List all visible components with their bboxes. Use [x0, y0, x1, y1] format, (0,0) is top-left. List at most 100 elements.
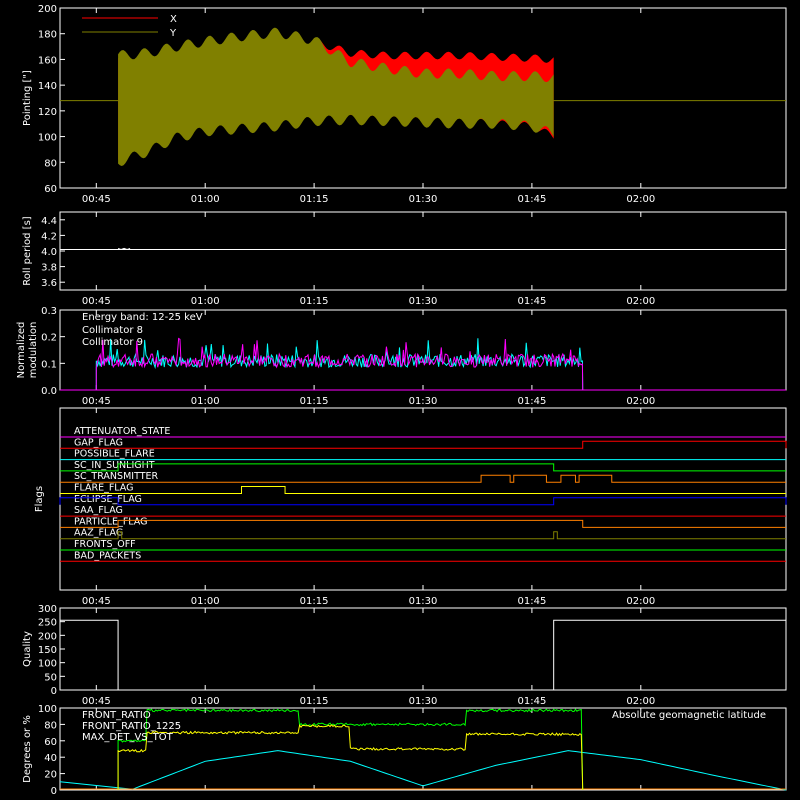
y-tick-label: 200 — [38, 4, 57, 15]
x-tick-label: 01:45 — [517, 296, 546, 307]
x-tick-label: 01:45 — [517, 194, 546, 205]
y-tick-label: 120 — [38, 107, 57, 118]
x-tick-label: 02:00 — [626, 296, 655, 307]
modulation-series-2 — [95, 337, 584, 391]
legend-label-x: X — [170, 14, 177, 25]
flag-line-sc_transmitter — [60, 474, 786, 483]
y-tick-label: 0.2 — [41, 333, 57, 344]
y-tick-label: 3.8 — [41, 263, 57, 274]
panel-2: 00:45 01:00 01:15 01:30 01:45 02:00 3.6 3.8 4.0 4… — [22, 211, 787, 307]
legend-label-y: Y — [169, 28, 177, 39]
panel-1: 00:45 01:00 01:15 01:30 01:45 02:00 60 80 100 120… — [22, 4, 787, 205]
x-tick-label: 00:45 — [82, 596, 111, 607]
y-tick-label: 80 — [44, 158, 57, 169]
x-tick-label: 01:45 — [517, 696, 546, 707]
y-tick-label: 0.1 — [41, 359, 57, 370]
flag-label-saa_flag: SAA_FLAG — [74, 505, 123, 516]
x-tick-label: 01:15 — [300, 194, 329, 205]
flag-label-flare_flag: FLARE_FLAG — [74, 483, 134, 494]
latitude-label: Absolute geomagnetic latitude — [612, 710, 766, 721]
front-ratio-series — [117, 724, 584, 791]
x-tick-label: 01:30 — [409, 194, 438, 205]
flag-label-particle_flag: PARTICLE_FLAG — [74, 516, 147, 527]
y-tick-label: 100 — [38, 659, 57, 670]
x-tick-label: 01:15 — [300, 696, 329, 707]
flag-label-sc_transmitter: SC_TRANSMITTER — [74, 471, 159, 482]
panel-4: 00:45 01:00 01:15 01:30 01:45 02:00 Flags ATTEN… — [34, 407, 787, 607]
y-axis-label: Quality — [22, 631, 33, 667]
y-tick-label: 20 — [44, 770, 57, 781]
y-tick-label: 140 — [38, 81, 57, 92]
y-tick-label: 4.2 — [41, 231, 57, 242]
y-axis-label: Flags — [34, 486, 45, 512]
y-tick-label: 60 — [44, 737, 57, 748]
flag-label-aaz_flag: AAZ_FLAG — [74, 528, 123, 539]
x-tick-label: 01:00 — [191, 596, 220, 607]
flag-label-fronts_off: FRONTS_OFF — [74, 539, 136, 550]
x-tick-label: 01:15 — [300, 296, 329, 307]
x-tick-label: 01:15 — [300, 396, 329, 407]
panel-frame — [59, 211, 787, 291]
y-tick-label: 250 — [38, 618, 57, 629]
y-tick-label: 3.6 — [41, 278, 57, 289]
flag-label-attenuator_state: ATTENUATOR_STATE — [74, 426, 170, 437]
flag-line-eclipse_flag — [59, 497, 787, 506]
legend-label-max-det-vs-tot: MAX_DET_VS_TOT — [82, 732, 174, 743]
flag-line-flare_flag — [60, 486, 786, 494]
x-tick-label: 00:45 — [82, 696, 111, 707]
y-tick-label: 160 — [38, 55, 57, 66]
y-tick-label: 60 — [44, 184, 57, 195]
legend-label-front-ratio-1225: FRONT_RATIO_1225 — [82, 721, 181, 732]
flag-label-gap_flag: GAP_FLAG — [74, 437, 123, 448]
flag-line-aaz_flag — [60, 531, 786, 540]
y-tick-label: 0.0 — [41, 386, 57, 397]
flag-label-sc_in_sunlight: SC_IN_SUNLIGHT — [74, 460, 155, 471]
y-tick-label: 180 — [38, 30, 57, 41]
x-tick-label: 02:00 — [626, 596, 655, 607]
x-tick-label: 02:00 — [626, 696, 655, 707]
front-ratio-1225-series — [117, 708, 584, 791]
y-tick-label: 4.4 — [41, 216, 57, 227]
flag-label-possible_flare: POSSIBLE_FLARE — [74, 449, 155, 460]
x-tick-label: 00:45 — [82, 194, 111, 205]
panel-6: 0 20 40 60 80 100 Degrees or % FRONT_RATIOFRONT… — [22, 704, 787, 797]
latitude-curve — [59, 750, 787, 791]
y-axis-label: Pointing ["] — [22, 70, 33, 126]
y-axis-label: Degrees or % — [22, 715, 33, 783]
y-tick-label: 150 — [38, 645, 57, 656]
x-tick-label: 00:45 — [82, 396, 111, 407]
y-axis-label: Roll period [s] — [22, 216, 33, 285]
x-tick-label: 00:45 — [82, 296, 111, 307]
y-tick-label: 200 — [38, 631, 57, 642]
panel-5: 00:45 01:00 01:15 01:30 01:45 02:00 0 50 100 150 2… — [22, 604, 787, 707]
flag-label-bad_packets: BAD_PACKETS — [74, 550, 141, 561]
x-tick-label: 02:00 — [626, 396, 655, 407]
y-tick-label: 300 — [38, 604, 57, 615]
flag-line-gap_flag — [60, 440, 787, 449]
x-tick-label: 01:15 — [300, 596, 329, 607]
y-tick-label: 80 — [44, 720, 57, 731]
y-axis-label: modulation — [28, 322, 39, 379]
x-tick-label: 01:30 — [409, 296, 438, 307]
flag-line-particle_flag — [60, 519, 786, 528]
panel-3: 00:45 01:00 01:15 01:30 01:45 02:00 0.0 0.1 0.2 0… — [16, 306, 787, 407]
legend-label-collimator: Collimator 9 — [82, 337, 143, 348]
x-tick-label: 01:00 — [191, 296, 220, 307]
y-tick-label: 50 — [44, 672, 57, 683]
figure: 00:45 01:00 01:15 01:30 01:45 02:00 60 80 100 120… — [16, 4, 787, 797]
legend-label-collimator: Collimator 8 — [82, 325, 143, 336]
y-tick-label: 0.3 — [41, 306, 57, 317]
legend-label-front-ratio: FRONT_RATIO — [82, 710, 151, 721]
quality-line — [60, 619, 786, 691]
x-tick-label: 01:00 — [191, 194, 220, 205]
x-tick-label: 01:30 — [409, 396, 438, 407]
y-tick-label: 0 — [51, 686, 57, 697]
flag-line-sc_in_sunlight — [60, 463, 786, 472]
x-tick-label: 01:30 — [409, 696, 438, 707]
x-tick-label: 01:00 — [191, 396, 220, 407]
x-tick-label: 01:30 — [409, 596, 438, 607]
y-tick-label: 100 — [38, 704, 57, 715]
flag-label-eclipse_flag: ECLIPSE_FLAG — [74, 494, 142, 505]
energy-band-label: Energy band: 12-25 keV — [82, 312, 203, 323]
y-tick-label: 4.0 — [41, 247, 57, 258]
